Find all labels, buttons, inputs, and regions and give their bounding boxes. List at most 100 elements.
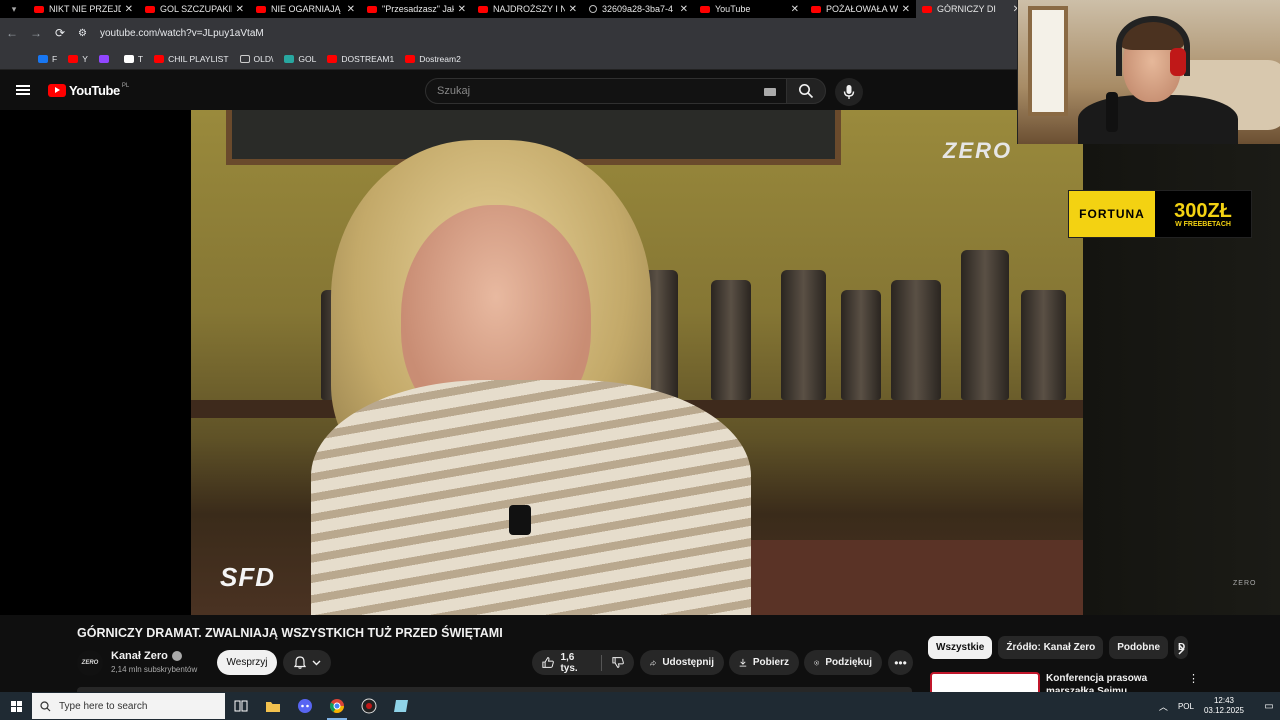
search-input[interactable] [437, 85, 737, 97]
bookmark-item[interactable]: DOSTREAM1 [327, 54, 394, 64]
site-info-icon[interactable]: ⚙ [78, 28, 94, 39]
video-frame [191, 110, 1083, 615]
clock-time: 12:43 [1213, 696, 1234, 705]
tab-search-icon[interactable]: ▾ [0, 0, 28, 18]
youtube-icon [811, 5, 821, 13]
start-button[interactable] [0, 692, 32, 720]
file-explorer-icon[interactable] [257, 692, 289, 720]
microphone-icon [843, 85, 855, 99]
bookmark-item[interactable]: CHIL PLAYLIST [154, 54, 229, 64]
sponsor-offer: 300ZŁ W FREEBETACH [1155, 201, 1251, 228]
browser-tab[interactable]: NIE OGARNIAJĄ p ✕ [250, 0, 361, 18]
channel-watermark: ZERO [943, 138, 1013, 163]
bookmark-label: GOL [298, 53, 317, 64]
browser-tab[interactable]: YouTube ✕ [694, 0, 805, 18]
notification-icon[interactable]: ▭ [1258, 701, 1280, 712]
filter-chip[interactable]: Źródło: Kanał Zero [998, 636, 1104, 659]
bookmark-item[interactable]: GOL [284, 54, 316, 64]
browser-tab[interactable]: NIKT NIE PRZEJDZ ✕ [28, 0, 139, 18]
keyboard-icon[interactable] [764, 88, 776, 96]
thanks-icon: $ [814, 659, 819, 665]
thumbs-down-icon[interactable] [611, 656, 624, 669]
filter-chip[interactable]: Wszystkie [928, 636, 993, 659]
thanks-label: Podziękuj [825, 657, 872, 668]
bookmark-favicon-icon [38, 54, 48, 63]
beer-stein [891, 280, 941, 400]
tab-close-icon[interactable]: ✕ [458, 4, 466, 15]
tab-close-icon[interactable]: ✕ [125, 4, 133, 15]
taskbar-search-input[interactable] [59, 700, 209, 712]
channel-name[interactable]: Kanał Zero [111, 650, 168, 662]
bookmark-favicon-icon [98, 54, 109, 63]
voice-search-button[interactable] [835, 78, 863, 106]
more-actions-button[interactable]: ••• [888, 650, 913, 675]
kebab-menu-icon[interactable]: ⋮ [1188, 672, 1199, 685]
bookmark-item[interactable] [98, 54, 113, 63]
language-indicator[interactable]: POL [1178, 702, 1194, 711]
bookmark-item[interactable]: T [123, 54, 143, 64]
chevron-right-icon[interactable] [1172, 640, 1190, 658]
support-button[interactable]: Wesprzyj [217, 650, 277, 675]
lapel-microphone [509, 505, 531, 535]
player-letterbox [1083, 110, 1280, 615]
task-view-icon[interactable] [225, 692, 257, 720]
browser-tab[interactable]: GOL SZCZUPAKIE ✕ [139, 0, 250, 18]
browser-tab[interactable]: POŻAŁOWAŁA W ✕ [805, 0, 916, 18]
forward-icon[interactable]: → [24, 26, 48, 40]
tab-close-icon[interactable]: ✕ [902, 4, 910, 15]
bookmark-favicon-icon [327, 54, 338, 63]
app-icon[interactable] [385, 692, 417, 720]
tab-close-icon[interactable]: ✕ [569, 4, 577, 15]
bookmark-label: OLD\ [253, 53, 274, 64]
bookmark-item[interactable]: Dostream2 [405, 54, 461, 64]
search-button[interactable] [786, 78, 826, 104]
bookmark-label: Y [82, 53, 88, 64]
sponsor-subtitle: W FREEBETACH [1175, 220, 1231, 228]
channel-name-row[interactable]: Kanał Zero [111, 650, 182, 662]
speaker-body [311, 380, 751, 615]
browser-tab[interactable]: GÓRNICZY DI✕ [916, 0, 1027, 18]
back-icon[interactable]: ← [0, 26, 24, 40]
bookmark-item[interactable]: OLD\ [239, 53, 274, 64]
share-button[interactable]: Udostępnij [640, 650, 724, 675]
clock[interactable]: 12:43 03.12.2025 [1204, 696, 1244, 716]
reload-icon[interactable]: ⟳ [48, 26, 72, 40]
thumbs-up-icon[interactable] [542, 656, 554, 669]
webcam-person-body [1078, 95, 1238, 144]
tab-label: NIE OGARNIAJĄ p [271, 4, 343, 14]
obs-icon[interactable] [353, 692, 385, 720]
download-button[interactable]: Pobierz [729, 650, 799, 675]
like-count[interactable]: 1,6 tys. [560, 652, 590, 674]
filter-chip[interactable]: Podobne [1109, 636, 1169, 659]
address-bar[interactable]: youtube.com/watch?v=JLpuy1aVtaM [100, 28, 264, 39]
bell-icon [293, 656, 306, 669]
more-icon: ••• [894, 655, 907, 670]
sfd-watermark: SFD [220, 562, 275, 592]
chrome-icon[interactable] [321, 692, 353, 720]
discord-icon[interactable] [289, 692, 321, 720]
browser-tab[interactable]: "Przesadzasz" Jak ✕ [361, 0, 472, 18]
tray-chevron-up-icon[interactable]: ︿ [1159, 700, 1168, 713]
filter-chips: Wszystkie Źródło: Kanał Zero Podobne D [928, 636, 1189, 659]
download-label: Pobierz [752, 657, 789, 668]
menu-icon[interactable] [16, 85, 30, 95]
browser-tab[interactable]: NAJDROŻSZY I NA ✕ [472, 0, 583, 18]
video-player[interactable]: ZERO SFD ZERO FORTUNA 300ZŁ W FREEBETACH [0, 110, 1280, 615]
thanks-button[interactable]: $ Podziękuj [804, 650, 882, 675]
tab-close-icon[interactable]: ✕ [236, 4, 244, 15]
beer-stein [781, 270, 826, 400]
bookmark-label: F [52, 53, 58, 64]
video-title: GÓRNICZY DRAMAT. ZWALNIAJĄ WSZYSTKICH TU… [77, 626, 503, 640]
bookmark-item[interactable]: F [38, 54, 57, 64]
windows-logo-icon [10, 700, 22, 712]
recommendation-thumbnail[interactable] [930, 672, 1040, 692]
bookmark-item[interactable]: Y [68, 54, 88, 64]
tab-close-icon[interactable]: ✕ [680, 4, 688, 15]
youtube-icon [478, 5, 488, 13]
youtube-logo[interactable]: YouTube PL [48, 83, 129, 98]
tab-close-icon[interactable]: ✕ [347, 4, 355, 15]
channel-avatar[interactable]: ZERO [77, 650, 103, 676]
notifications-button[interactable] [283, 650, 331, 675]
browser-tab[interactable]: 32609a28-3ba7-4 ✕ [583, 0, 694, 18]
tab-close-icon[interactable]: ✕ [791, 4, 799, 15]
